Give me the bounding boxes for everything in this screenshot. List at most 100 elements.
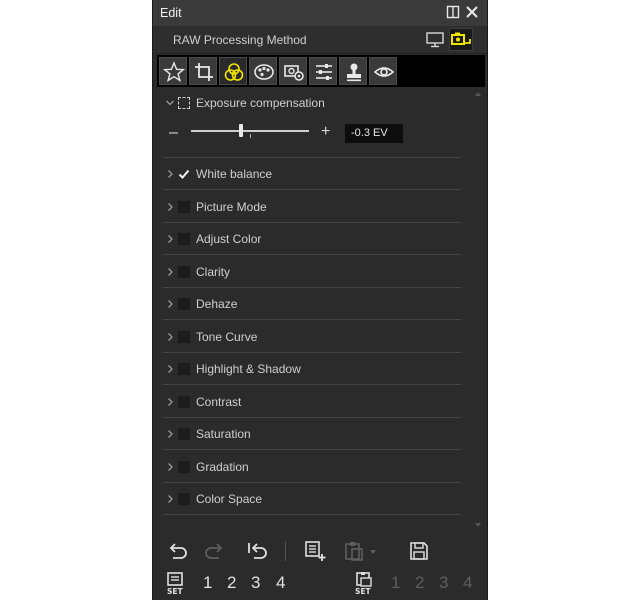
paste-slot-2[interactable]: 2 (415, 573, 424, 593)
section-checkbox[interactable] (178, 266, 190, 278)
tool-color[interactable] (219, 57, 247, 85)
dock-icon[interactable] (445, 4, 461, 20)
divider (163, 319, 461, 320)
camera-raw-icon[interactable] (449, 28, 473, 51)
tool-camera-settings[interactable] (279, 57, 307, 85)
section-row[interactable]: Contrast (163, 388, 461, 420)
section-label: Saturation (196, 427, 251, 441)
section-row[interactable]: Saturation (163, 420, 461, 452)
paste-dropdown-icon[interactable] (367, 539, 379, 563)
chevron-right-icon[interactable] (165, 233, 175, 245)
chevron-right-icon[interactable] (165, 266, 175, 278)
divider (163, 189, 461, 190)
redo-icon[interactable] (203, 539, 227, 563)
chevron-right-icon[interactable] (165, 428, 175, 440)
tool-star[interactable] (159, 57, 187, 85)
section-checkbox[interactable] (178, 493, 190, 505)
section-label: Picture Mode (196, 200, 267, 214)
section-checkbox[interactable] (178, 461, 190, 473)
set-paste-preset-icon[interactable]: SET (353, 571, 377, 596)
section-row[interactable]: Highlight & Shadow (163, 355, 461, 387)
slider-thumb[interactable] (239, 124, 243, 137)
section-label: Clarity (196, 265, 231, 279)
decrease-button[interactable]: – (169, 124, 178, 142)
section-row[interactable]: Clarity (163, 258, 461, 290)
exposure-section: Exposure compensation (163, 89, 461, 121)
processing-method-label: RAW Processing Method (173, 33, 307, 47)
tool-sliders[interactable] (309, 57, 337, 85)
divider (163, 417, 461, 418)
divider (163, 482, 461, 483)
section-checkbox[interactable] (178, 428, 190, 440)
preset-slot-4[interactable]: 4 (276, 573, 285, 593)
section-checkbox[interactable] (178, 331, 190, 343)
edit-panel: Edit RAW Processing Method Exposure comp… (152, 0, 488, 600)
tool-stamp[interactable] (339, 57, 367, 85)
save-icon[interactable] (407, 539, 431, 563)
history-bar (153, 535, 487, 565)
exposure-checkbox[interactable] (178, 97, 190, 109)
paste-slot-4[interactable]: 4 (463, 573, 472, 593)
copy-adjustments-icon[interactable] (303, 539, 327, 563)
chevron-right-icon[interactable] (165, 168, 175, 180)
divider (163, 384, 461, 385)
set-adjustment-preset-icon[interactable]: SET (165, 571, 189, 596)
chevron-right-icon[interactable] (165, 201, 175, 213)
exposure-slider[interactable] (191, 130, 309, 132)
chevron-right-icon[interactable] (165, 298, 175, 310)
preset-slot-2[interactable]: 2 (227, 573, 236, 593)
chevron-right-icon[interactable] (165, 493, 175, 505)
svg-text:SET: SET (167, 587, 184, 595)
section-label: Gradation (196, 460, 249, 474)
svg-text:SET: SET (355, 587, 372, 595)
increase-button[interactable]: + (321, 123, 330, 141)
monitor-icon[interactable] (425, 30, 445, 50)
toolbar-divider (285, 541, 286, 561)
tool-eye[interactable] (369, 57, 397, 85)
section-checkbox[interactable] (178, 363, 190, 375)
section-row[interactable]: Gradation (163, 453, 461, 485)
section-row[interactable]: White balance (163, 160, 461, 192)
exposure-label: Exposure compensation (196, 96, 325, 110)
divider (163, 254, 461, 255)
section-row[interactable]: Adjust Color (163, 225, 461, 257)
processing-header: RAW Processing Method (153, 26, 487, 54)
revert-icon[interactable] (245, 539, 269, 563)
section-label: Tone Curve (196, 330, 258, 344)
divider (163, 352, 461, 353)
chevron-right-icon[interactable] (165, 331, 175, 343)
paste-adjustments-icon[interactable] (343, 539, 367, 563)
chevron-right-icon[interactable] (165, 461, 175, 473)
section-checkbox[interactable] (178, 168, 190, 180)
section-label: Color Space (196, 492, 263, 506)
paste-slot-3[interactable]: 3 (439, 573, 448, 593)
section-row[interactable]: Picture Mode (163, 193, 461, 225)
section-row[interactable]: Color Space (163, 485, 461, 517)
divider (163, 222, 461, 223)
edit-toolbar (157, 55, 485, 87)
section-checkbox[interactable] (178, 298, 190, 310)
preset-slot-1[interactable]: 1 (203, 573, 212, 593)
tool-crop[interactable] (189, 57, 217, 85)
section-row[interactable]: Tone Curve (163, 323, 461, 355)
divider (163, 287, 461, 288)
section-checkbox[interactable] (178, 201, 190, 213)
section-checkbox[interactable] (178, 396, 190, 408)
undo-icon[interactable] (165, 539, 189, 563)
section-row[interactable]: Dehaze (163, 290, 461, 322)
preset-slot-3[interactable]: 3 (251, 573, 260, 593)
checkmark-icon (178, 169, 190, 179)
paste-slot-1[interactable]: 1 (391, 573, 400, 593)
section-checkbox[interactable] (178, 233, 190, 245)
section-label: Adjust Color (196, 232, 262, 246)
chevron-right-icon[interactable] (165, 363, 175, 375)
tool-palette[interactable] (249, 57, 277, 85)
section-label: White balance (196, 167, 273, 181)
chevron-down-icon[interactable] (165, 97, 175, 109)
window-title: Edit (160, 6, 182, 20)
chevron-right-icon[interactable] (165, 396, 175, 408)
exposure-value-field[interactable]: -0.3 EV (345, 124, 403, 143)
close-icon[interactable] (464, 4, 480, 20)
scrollbar[interactable] (473, 90, 483, 530)
slider-center-tick (250, 134, 251, 138)
